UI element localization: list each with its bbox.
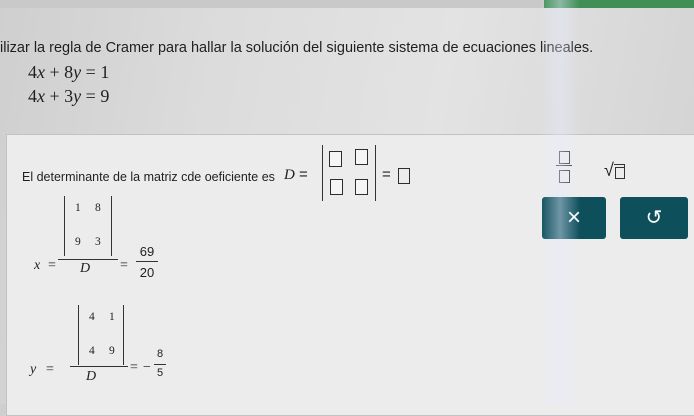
x-answer-bar: [136, 261, 158, 263]
y-equals: =: [46, 362, 54, 377]
y-label: y: [30, 362, 37, 377]
equation-1: 4x + 8y = 1: [28, 62, 110, 82]
x-label: x: [34, 258, 41, 273]
x-equals: =: [48, 258, 56, 273]
y-equals-2: =: [130, 360, 138, 375]
y-answer-numerator: 8: [156, 348, 164, 360]
x-m11: 1: [75, 202, 81, 214]
y-m11: 4: [89, 311, 95, 323]
determinant-equals: =: [382, 166, 391, 183]
matrix-input-a22[interactable]: [355, 179, 368, 195]
y-fraction-bar: [70, 366, 128, 368]
x-m12: 8: [95, 202, 101, 214]
x-equals-2: =: [120, 258, 128, 273]
x-m21: 9: [75, 236, 81, 248]
matrix-input-a11[interactable]: [329, 151, 342, 167]
determinant-prompt: El determinante de la matriz cde oeficie…: [22, 170, 275, 184]
matrix-input-a21[interactable]: [330, 179, 343, 195]
y-sign: −: [143, 360, 151, 375]
y-answer-bar: [154, 364, 166, 366]
undo-button[interactable]: ↺: [620, 197, 688, 239]
problem-prompt: ilizar la regla de Cramer para hallar la…: [0, 40, 594, 56]
determinant-matrix: [322, 145, 376, 201]
y-answer-denominator: 5: [156, 367, 164, 379]
y-m12: 1: [109, 311, 115, 323]
determinant-answer-input[interactable]: [398, 168, 410, 184]
y-numerator-matrix: 4 1 4 9: [78, 305, 124, 365]
equation-2: 4x + 3y = 9: [28, 86, 110, 106]
y-m21: 4: [89, 345, 95, 357]
sqrt-button[interactable]: √: [604, 160, 625, 181]
x-m22: 3: [95, 236, 101, 248]
x-answer-denominator: 20: [139, 265, 155, 280]
determinant-label: D =: [284, 166, 308, 183]
y-m22: 9: [109, 345, 115, 357]
x-answer-numerator: 69: [139, 244, 155, 259]
matrix-input-a12[interactable]: [355, 149, 368, 165]
screen-glare: [540, 0, 580, 404]
x-denominator: D: [80, 261, 91, 276]
top-bar: [0, 0, 694, 8]
sqrt-icon: [613, 164, 625, 179]
y-denominator: D: [86, 369, 97, 384]
x-numerator-matrix: 1 8 9 3: [64, 196, 112, 256]
